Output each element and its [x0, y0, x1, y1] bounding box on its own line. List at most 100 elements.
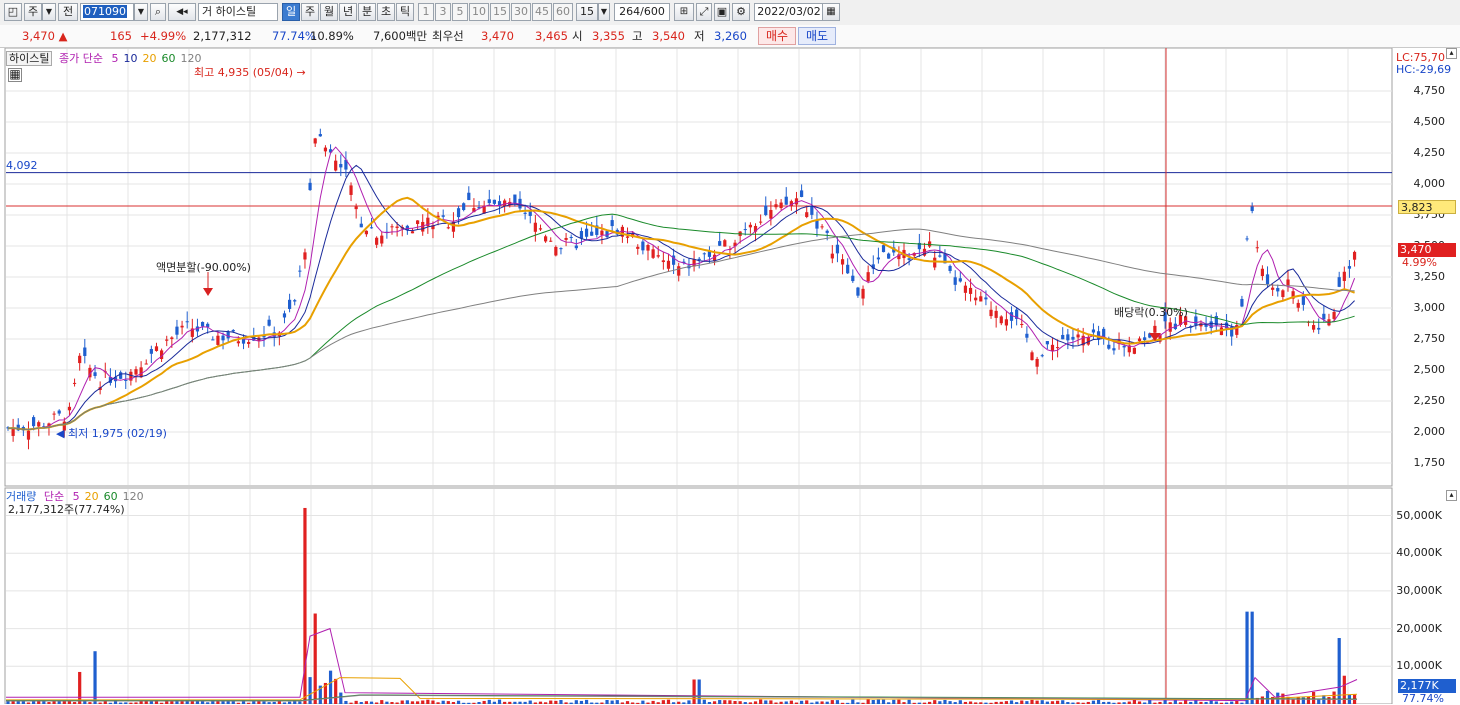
candle-body [769, 209, 773, 219]
candle-body [1132, 347, 1136, 354]
candle-body [211, 339, 215, 341]
price-axis-tick: 2,500 [1413, 363, 1446, 376]
candle-body [651, 249, 655, 258]
volume-bar [728, 700, 732, 704]
volume-axis-tick: 20,000K [1396, 621, 1442, 635]
candle-body [149, 349, 153, 354]
tab-3[interactable]: 년 [339, 3, 357, 21]
candle-body [216, 335, 220, 345]
candle-body [764, 205, 768, 216]
interval-6[interactable]: 45 [532, 3, 552, 21]
volume-bar [1209, 700, 1213, 704]
candle-body [554, 246, 558, 256]
tab-1[interactable]: 주 [301, 3, 319, 21]
candle-body [119, 372, 123, 379]
prev-button[interactable]: 전 [58, 3, 78, 21]
price-panel-title[interactable]: 하이스틸 [6, 51, 53, 66]
volume-bar [380, 700, 384, 704]
volume-tag: 2,177K [1398, 679, 1456, 693]
volume-bar [431, 700, 435, 704]
price-change: 165 [110, 29, 132, 43]
period-button[interactable]: 주 [24, 3, 42, 21]
tab-2[interactable]: 월 [320, 3, 338, 21]
window-icon[interactable]: ◰ [4, 3, 22, 21]
volume-bar [830, 700, 834, 704]
price-axis-tick: 2,250 [1413, 394, 1446, 407]
open-price: 3,355 [592, 29, 625, 43]
volume-bar [661, 700, 665, 704]
volume-bar [1148, 699, 1152, 704]
stock-name-field[interactable]: 거 하이스틸 [198, 3, 278, 21]
candle-body [881, 245, 886, 253]
candle-body [1260, 268, 1264, 277]
volume-bar [641, 700, 645, 704]
tab-0[interactable]: 일 [282, 3, 300, 21]
candle-body [1317, 327, 1321, 330]
interval-2[interactable]: 5 [452, 3, 468, 21]
candle-body [231, 329, 235, 332]
volume-bar [426, 699, 430, 704]
interval-dropdown-icon[interactable]: ▼ [598, 3, 610, 21]
volume-panel-menu-icon[interactable]: ▴ [1446, 490, 1457, 501]
search-icon[interactable]: ⌕ [150, 3, 166, 21]
candle-body [1312, 325, 1316, 330]
chart-area[interactable]: 하이스틸 종가 단순 5 10 20 60 120 ▦ 최고 4,935 (05/04)… [0, 48, 1460, 705]
candle-body [1352, 251, 1357, 260]
calendar-icon[interactable]: ▦ [822, 3, 840, 21]
volume-bar [687, 700, 691, 704]
volume-bar [1306, 696, 1311, 704]
volume-bar [574, 700, 578, 704]
tab-5[interactable]: 초 [377, 3, 395, 21]
price-ma-2: 20 [142, 52, 157, 65]
price-legend-label: 종가 단순 [58, 52, 103, 65]
candle-body [1245, 238, 1249, 240]
candle-body [93, 372, 97, 376]
interval-3[interactable]: 10 [469, 3, 489, 21]
interval-4[interactable]: 15 [490, 3, 510, 21]
candle-body [380, 235, 384, 244]
candle-body [968, 287, 973, 294]
code-dropdown-icon[interactable]: ▼ [134, 3, 148, 21]
zoom-icon[interactable]: ⊞ [674, 3, 694, 21]
price-panel-menu-icon[interactable]: ▴ [1446, 48, 1457, 59]
candle-body [139, 367, 143, 378]
sell-button[interactable]: 매도 [798, 27, 836, 45]
candle-body [876, 257, 880, 260]
interval-1[interactable]: 3 [435, 3, 451, 21]
quote-bar: 3,470 ▲ 165 +4.99% 2,177,312 77.74% 10.8… [0, 25, 1460, 48]
candle-body [1168, 322, 1172, 332]
candle-body [1061, 334, 1065, 340]
chart-toolbar: ◰ 주 ▼ 전 071090 ▼ ⌕ ◀◂ 거 하이스틸 일주월년분초틱 135… [0, 0, 1460, 26]
volume-bar [933, 700, 937, 704]
line-tool-icon[interactable]: ⤢ [696, 3, 712, 21]
candle-body [1271, 287, 1275, 290]
tab-4[interactable]: 분 [358, 3, 376, 21]
trade-amount: 7,600백만 [373, 29, 428, 43]
interval-select[interactable]: 15 [576, 3, 598, 21]
table-icon[interactable]: ▦ [8, 68, 22, 82]
settings-gear-icon[interactable]: ⚙ [732, 3, 750, 21]
tab-6[interactable]: 틱 [396, 3, 414, 21]
candle-body [298, 270, 302, 272]
interval-0[interactable]: 1 [418, 3, 434, 21]
candle-body [1286, 279, 1290, 286]
sound-icon[interactable]: ◀◂ [168, 3, 196, 21]
candle-body [354, 206, 358, 210]
volume-panel-title[interactable]: 거래량 [6, 490, 36, 503]
period-dropdown-icon[interactable]: ▼ [42, 3, 56, 21]
candle-body [759, 221, 763, 223]
data-count-field[interactable]: 264/600 [614, 3, 670, 21]
stock-code-input[interactable]: 071090 [80, 3, 134, 21]
interval-5[interactable]: 30 [511, 3, 531, 21]
candle-body [1025, 333, 1029, 338]
high-annotation: 최고 4,935 (05/04) → [194, 66, 306, 79]
price-volume-chart[interactable] [0, 48, 1460, 704]
interval-7[interactable]: 60 [553, 3, 573, 21]
date-field[interactable]: 2022/03/02 [754, 3, 824, 21]
buy-button[interactable]: 매수 [758, 27, 796, 45]
volume-bar [605, 700, 609, 704]
candle-body [666, 260, 671, 269]
candle-body [625, 236, 630, 238]
candle-body [308, 182, 312, 191]
save-icon[interactable]: ▣ [714, 3, 730, 21]
